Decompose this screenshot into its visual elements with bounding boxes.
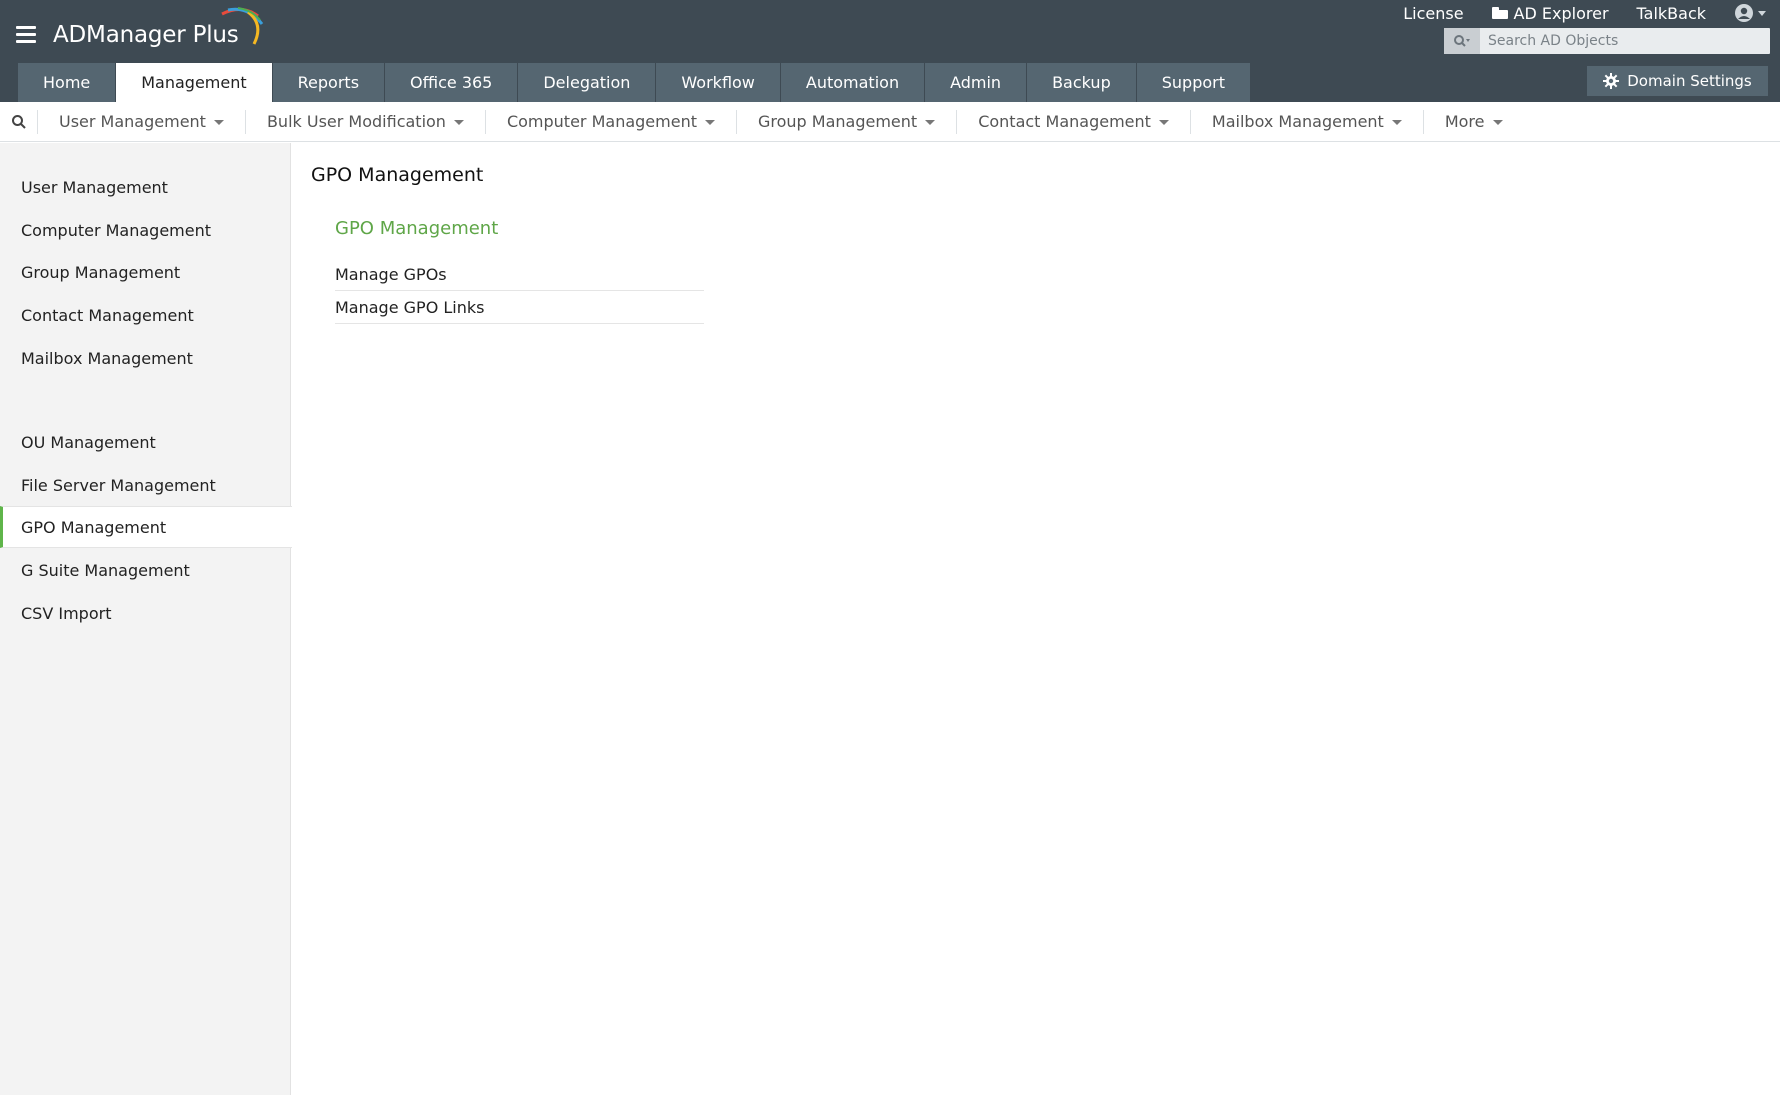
chevron-down-icon: [1492, 120, 1503, 125]
page-title: GPO Management: [311, 164, 484, 186]
subnav-label: Mailbox Management: [1211, 112, 1384, 131]
gpo-links-list: Manage GPOs Manage GPO Links: [335, 258, 704, 324]
tab-automation[interactable]: Automation: [780, 63, 925, 102]
sidebar-item-label: Mailbox Management: [21, 348, 193, 368]
link-label: Manage GPO Links: [335, 297, 485, 317]
tab-backup[interactable]: Backup: [1027, 63, 1136, 102]
search-icon: [11, 114, 26, 129]
user-menu[interactable]: [1720, 3, 1780, 23]
search-input[interactable]: [1480, 28, 1770, 54]
talkback-label: TalkBack: [1636, 3, 1706, 23]
tab-admin[interactable]: Admin: [925, 63, 1027, 102]
tab-workflow[interactable]: Workflow: [656, 63, 780, 102]
top-links: License AD Explorer TalkBack: [1389, 0, 1780, 26]
menu-search-button[interactable]: [0, 109, 38, 134]
folder-icon: [1491, 7, 1508, 19]
subnav-label: More: [1444, 112, 1485, 131]
tab-delegation[interactable]: Delegation: [518, 63, 656, 102]
chevron-down-icon: [1758, 10, 1766, 16]
domain-settings-button[interactable]: Domain Settings: [1587, 66, 1768, 96]
sidebar-item-mailbox-management[interactable]: Mailbox Management: [0, 337, 291, 379]
license-label: License: [1403, 3, 1464, 23]
sidebar-item-contact-management[interactable]: Contact Management: [0, 294, 291, 336]
tab-office-365[interactable]: Office 365: [385, 63, 518, 102]
chevron-down-icon: [925, 120, 936, 125]
sidebar-item-label: CSV Import: [21, 603, 112, 623]
sidebar-item-label: Computer Management: [21, 220, 212, 240]
subnav-user-management[interactable]: User Management: [38, 109, 246, 134]
logo-swoosh-icon: [221, 7, 264, 45]
sidebar-item-label: GPO Management: [21, 517, 167, 537]
subnav-bulk-user-modification[interactable]: Bulk User Modification: [246, 109, 486, 134]
ad-explorer-link[interactable]: AD Explorer: [1478, 4, 1623, 23]
sidebar-item-label: File Server Management: [21, 475, 216, 495]
sidebar-item-label: G Suite Management: [21, 560, 190, 580]
sidebar-item-user-management[interactable]: User Management: [0, 166, 291, 208]
app-logo[interactable]: ADManager Plus: [53, 22, 239, 48]
sidebar-item-gpo-management[interactable]: GPO Management: [0, 506, 292, 548]
sidebar-item-label: Contact Management: [21, 305, 194, 325]
subnav-group-management[interactable]: Group Management: [737, 109, 958, 134]
subnav-label: User Management: [59, 112, 206, 131]
sidebar-item-g-suite-management[interactable]: G Suite Management: [0, 549, 291, 591]
search-icon: [1454, 35, 1470, 47]
chevron-down-icon: [213, 120, 224, 125]
ad-explorer-label: AD Explorer: [1513, 3, 1609, 23]
sidebar: User Management Computer Management Grou…: [0, 143, 292, 1095]
sidebar-item-label: User Management: [21, 177, 168, 197]
sidebar-item-label: Group Management: [21, 262, 181, 282]
chevron-down-icon: [704, 120, 715, 125]
user-avatar-icon: [1735, 4, 1753, 22]
search-ad-objects: [1444, 28, 1770, 54]
sidebar-item-group-management[interactable]: Group Management: [0, 251, 291, 293]
search-options-button[interactable]: [1444, 28, 1480, 54]
sidebar-item-csv-import[interactable]: CSV Import: [0, 592, 291, 634]
hamburger-menu-icon[interactable]: [16, 26, 36, 44]
tab-management[interactable]: Management: [116, 63, 272, 102]
sidebar-item-label: OU Management: [21, 432, 156, 452]
domain-settings-label: Domain Settings: [1627, 72, 1752, 90]
subnav-contact-management[interactable]: Contact Management: [957, 109, 1191, 134]
main-tabs: Home Management Reports Office 365 Deleg…: [18, 63, 1251, 102]
gear-icon: [1603, 73, 1620, 89]
talkback-link[interactable]: TalkBack: [1623, 4, 1720, 23]
chevron-down-icon: [1391, 120, 1402, 125]
subnav-label: Bulk User Modification: [266, 112, 446, 131]
sidebar-item-computer-management[interactable]: Computer Management: [0, 209, 291, 251]
subnav-mailbox-management[interactable]: Mailbox Management: [1191, 109, 1424, 134]
subnav-label: Group Management: [757, 112, 918, 131]
subnav-label: Computer Management: [506, 112, 697, 131]
manage-gpos-link[interactable]: Manage GPOs: [335, 258, 704, 291]
section-title: GPO Management: [335, 218, 499, 239]
subnav-more[interactable]: More: [1424, 110, 1524, 134]
link-label: Manage GPOs: [335, 264, 447, 284]
chevron-down-icon: [453, 120, 464, 125]
sidebar-item-ou-management[interactable]: OU Management: [0, 421, 291, 463]
license-link[interactable]: License: [1389, 4, 1477, 23]
tab-home[interactable]: Home: [18, 63, 116, 102]
chevron-down-icon: [1158, 120, 1169, 125]
sidebar-item-file-server-management[interactable]: File Server Management: [0, 464, 291, 506]
sub-navigation: User Management Bulk User Modification C…: [0, 102, 1780, 142]
subnav-label: Contact Management: [978, 112, 1151, 131]
tab-reports[interactable]: Reports: [272, 63, 385, 102]
subnav-computer-management[interactable]: Computer Management: [486, 109, 737, 134]
tab-support[interactable]: Support: [1136, 63, 1250, 102]
app-header: ADManager Plus License AD Explorer TalkB…: [0, 0, 1780, 102]
manage-gpo-links-link[interactable]: Manage GPO Links: [335, 291, 704, 324]
